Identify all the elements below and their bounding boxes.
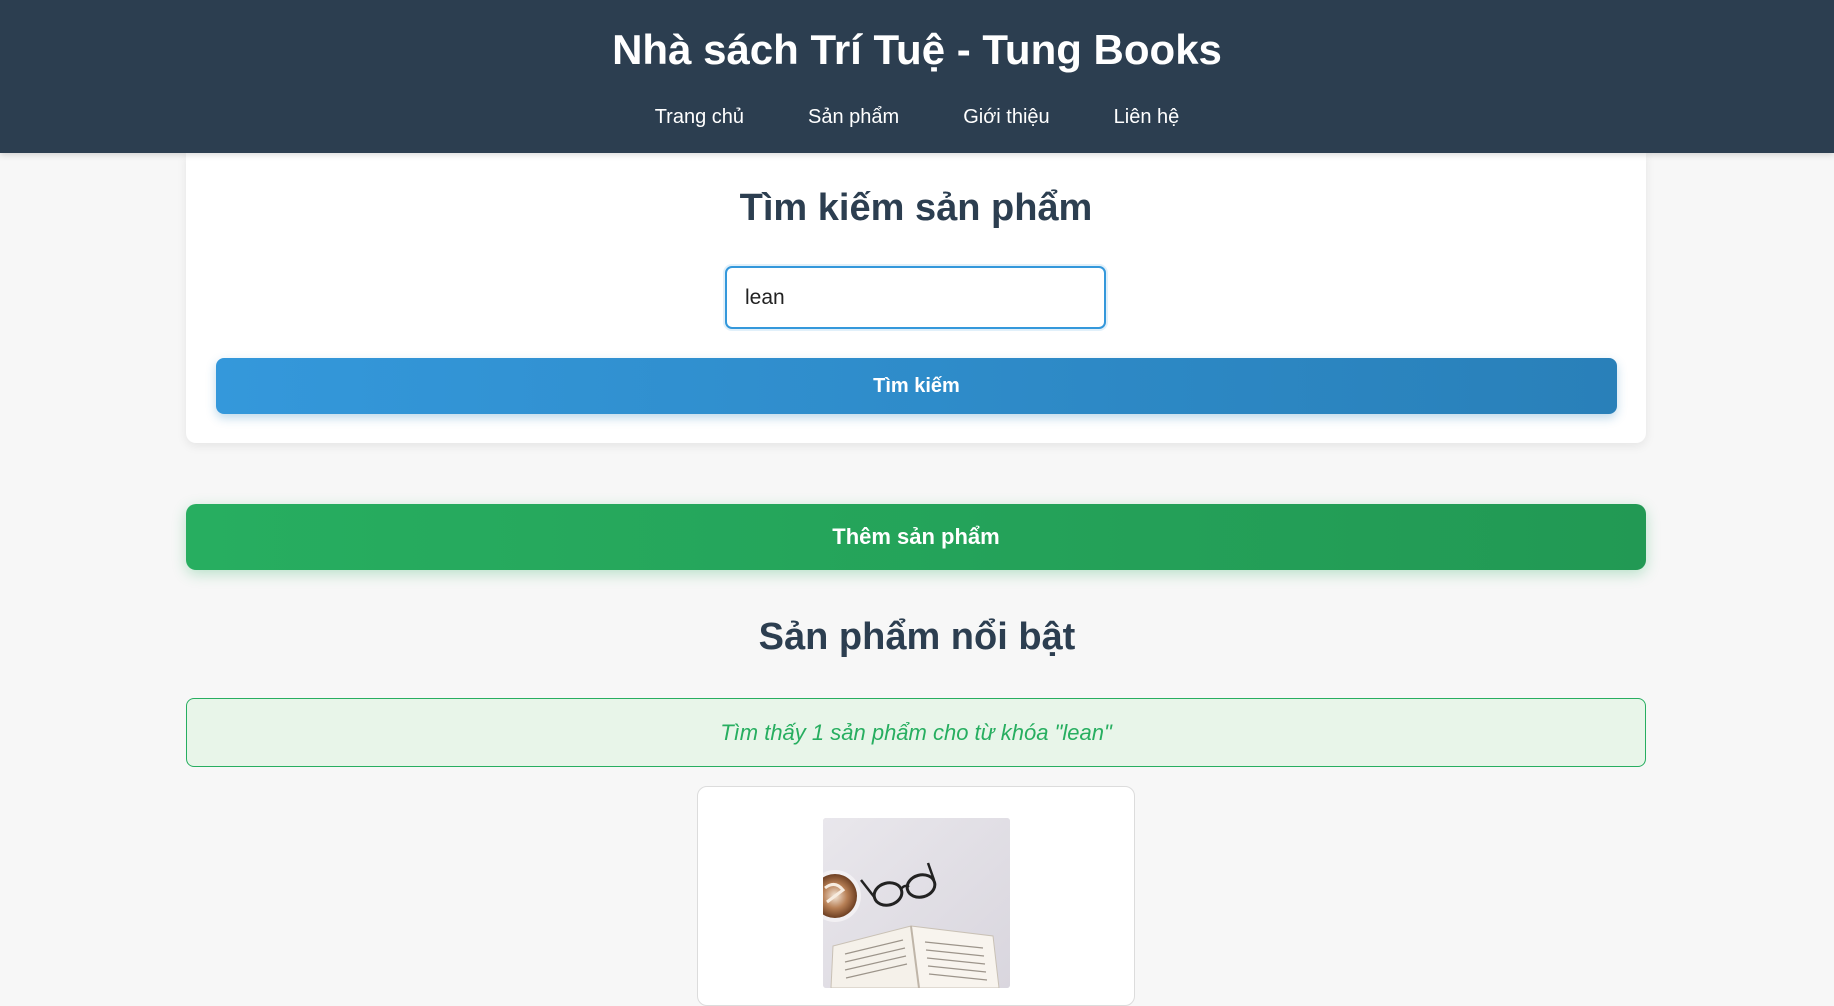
- product-card[interactable]: [697, 786, 1135, 1006]
- nav-link-contact[interactable]: Liên hệ: [1114, 100, 1180, 134]
- nav-link-home[interactable]: Trang chủ: [655, 100, 744, 134]
- search-section: Tìm kiếm sản phẩm Tìm kiếm: [186, 153, 1646, 443]
- search-button[interactable]: Tìm kiếm: [216, 358, 1617, 414]
- book-coffee-photo: [823, 818, 1010, 988]
- featured-products-title: Sản phẩm nổi bật: [758, 616, 1076, 658]
- main-nav: Trang chủ Sản phẩm Giới thiệu Liên hệ: [0, 100, 1834, 134]
- search-result-text: Tìm thấy 1 sản phẩm cho từ khóa "lean": [720, 719, 1112, 745]
- search-title: Tìm kiếm sản phẩm: [739, 187, 1093, 229]
- add-product-button[interactable]: Thêm sản phẩm: [186, 504, 1646, 570]
- nav-link-about[interactable]: Giới thiệu: [963, 100, 1049, 134]
- site-title: Nhà sách Trí Tuệ - Tung Books: [612, 26, 1222, 73]
- search-result-message: Tìm thấy 1 sản phẩm cho từ khóa "lean": [186, 698, 1646, 767]
- product-image[interactable]: [823, 818, 1010, 988]
- site-header: Nhà sách Trí Tuệ - Tung Books Trang chủ …: [0, 0, 1834, 153]
- search-input[interactable]: [725, 266, 1106, 329]
- nav-link-products[interactable]: Sản phẩm: [808, 100, 899, 134]
